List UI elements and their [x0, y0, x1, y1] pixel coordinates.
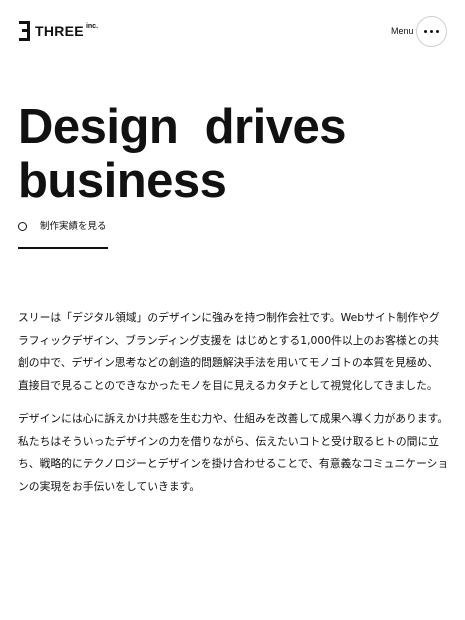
menu-label[interactable]: Menu: [391, 26, 414, 37]
more-dots-icon: [424, 30, 439, 33]
three-logo-icon: [18, 21, 30, 41]
site-logo[interactable]: THREE inc.: [18, 21, 98, 41]
circle-icon: [18, 222, 27, 231]
works-link-label: 制作実績を見る: [40, 221, 107, 232]
intro-paragraph-1: スリーは「デジタル領域」のデザインに強みを持つ制作会社です。Webサイト制作やグ…: [18, 311, 440, 392]
logo-suffix: inc.: [85, 23, 99, 30]
hero-section: Design drives business: [18, 100, 448, 208]
hero-headline: Design drives business: [18, 100, 448, 208]
intro-text: スリーは「デジタル領域」のデザインに強みを持つ制作会社です。Webサイト制作やグ…: [18, 307, 449, 509]
logo-text: THREE: [35, 23, 84, 39]
menu-button[interactable]: [416, 16, 447, 47]
hero-headline-line2: business: [18, 154, 227, 208]
hero-headline-line1: Design drives: [18, 100, 346, 154]
site-header: THREE inc. Menu: [0, 0, 465, 62]
intro-paragraph-2: デザインには心に訴えかけ共感を生む力や、仕組みを改善して成果へ導く力があります。…: [18, 412, 449, 493]
works-link[interactable]: 制作実績を見る: [18, 219, 108, 249]
